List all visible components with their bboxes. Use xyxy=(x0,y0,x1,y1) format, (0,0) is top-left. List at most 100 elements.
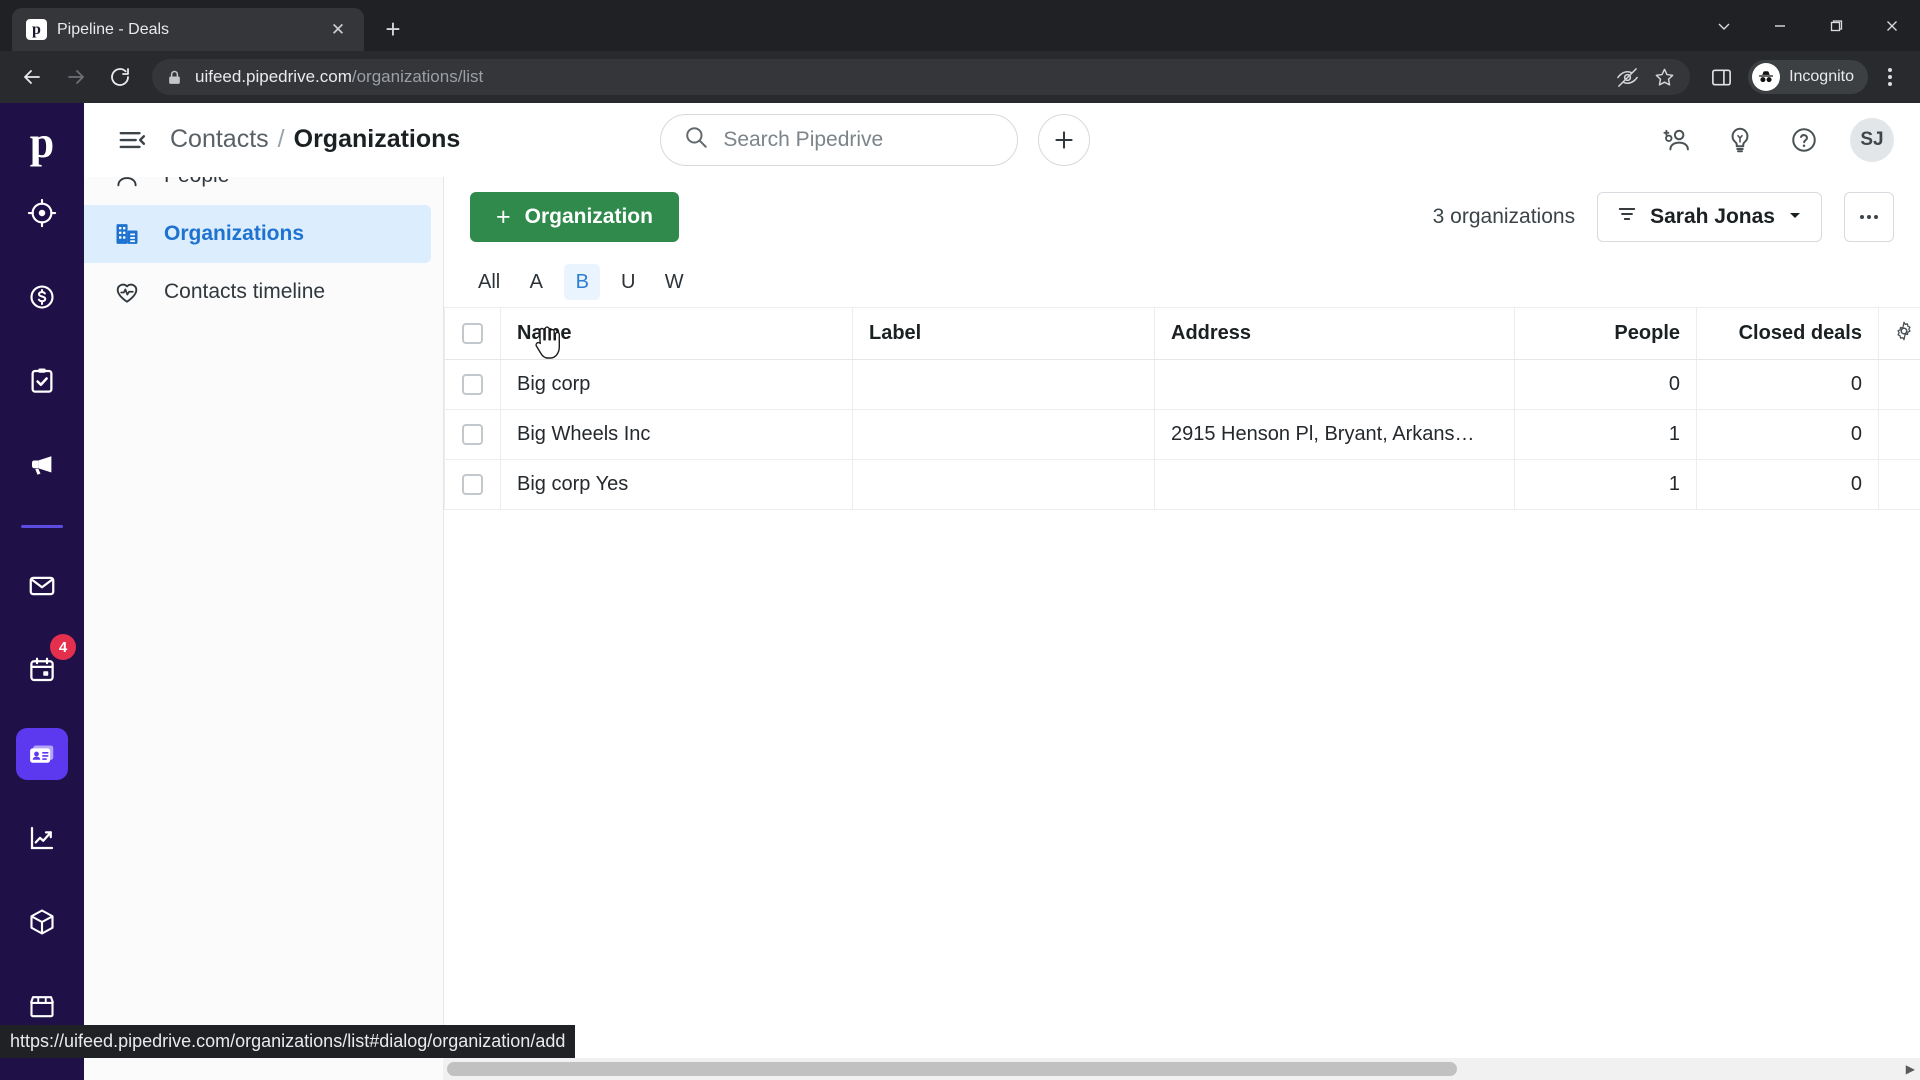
back-icon[interactable] xyxy=(12,57,52,97)
sidebar-item-organizations[interactable]: Organizations xyxy=(84,205,431,263)
breadcrumb-parent[interactable]: Contacts xyxy=(170,125,269,154)
cell-people[interactable]: 1 xyxy=(1514,459,1697,510)
organizations-table-wrapper: Name Label Address People Closed deals B… xyxy=(444,307,1920,1080)
help-icon[interactable] xyxy=(1786,122,1822,158)
cell-closed-deals[interactable]: 0 xyxy=(1696,409,1879,460)
alpha-filter-b[interactable]: B xyxy=(564,264,601,300)
table-body: Big corp 0 0 Big Wheels Inc 2915 Henson … xyxy=(444,359,1920,510)
filter-label: Sarah Jonas xyxy=(1650,205,1775,228)
collapse-sidebar-icon[interactable] xyxy=(112,120,152,160)
rail-item-activities[interactable] xyxy=(16,355,68,407)
horizontal-scrollbar[interactable]: ▶ xyxy=(443,1058,1920,1080)
rail-item-insights[interactable] xyxy=(16,812,68,864)
table-row[interactable]: Big corp 0 0 xyxy=(444,359,1920,410)
reload-icon[interactable] xyxy=(100,57,140,97)
rail-item-calendar[interactable]: 4 xyxy=(16,634,76,696)
row-checkbox[interactable] xyxy=(462,424,483,446)
rail-item-mail[interactable] xyxy=(16,560,68,612)
row-checkbox[interactable] xyxy=(462,374,483,396)
plus-icon: + xyxy=(496,202,511,231)
row-checkbox-cell[interactable] xyxy=(444,409,501,460)
scroll-right-arrow[interactable]: ▶ xyxy=(1906,1062,1915,1076)
cell-people[interactable]: 0 xyxy=(1514,359,1697,410)
minimize-icon[interactable] xyxy=(1752,5,1808,47)
alpha-filter-u[interactable]: U xyxy=(610,264,646,300)
sidebar-item-contacts-timeline[interactable]: Contacts timeline xyxy=(84,263,431,321)
close-icon[interactable]: ✕ xyxy=(326,18,350,42)
chevron-down-icon[interactable] xyxy=(1696,5,1752,47)
search-icon xyxy=(683,124,709,155)
star-icon[interactable] xyxy=(1653,66,1676,89)
eye-off-icon[interactable] xyxy=(1616,66,1639,89)
row-checkbox-cell[interactable] xyxy=(444,359,501,410)
cell-closed-deals[interactable]: 0 xyxy=(1696,459,1879,510)
organizations-table: Name Label Address People Closed deals B… xyxy=(444,307,1920,510)
add-user-icon[interactable] xyxy=(1658,122,1694,158)
cell-address[interactable] xyxy=(1154,459,1515,510)
column-header-name[interactable]: Name xyxy=(500,307,853,360)
pipedrive-logo[interactable]: p xyxy=(16,117,68,169)
url-path: /organizations/list xyxy=(351,67,484,86)
cell-label[interactable] xyxy=(852,359,1155,410)
lightbulb-icon[interactable] xyxy=(1722,122,1758,158)
add-organization-button[interactable]: + Organization xyxy=(470,192,679,242)
browser-menu-icon[interactable] xyxy=(1872,58,1908,96)
row-checkbox-cell[interactable] xyxy=(444,459,501,510)
alphabet-filter: All A B U W xyxy=(444,257,1920,307)
cell-closed-deals[interactable]: 0 xyxy=(1696,359,1879,410)
quick-add-button[interactable] xyxy=(1038,113,1091,166)
browser-tab[interactable]: p Pipeline - Deals ✕ xyxy=(12,8,364,51)
column-header-label[interactable]: Label xyxy=(852,307,1155,360)
search-input[interactable]: Search Pipedrive xyxy=(660,113,1019,166)
new-tab-icon[interactable]: + xyxy=(376,12,410,46)
tab-favicon: p xyxy=(26,19,47,40)
column-header-closed-deals[interactable]: Closed deals xyxy=(1696,307,1879,360)
rail-item-leads[interactable] xyxy=(16,187,68,239)
avatar[interactable]: SJ xyxy=(1850,117,1894,162)
gear-icon[interactable] xyxy=(1878,307,1920,360)
alpha-filter-w[interactable]: W xyxy=(656,264,692,300)
select-all-header[interactable] xyxy=(444,307,501,360)
row-checkbox[interactable] xyxy=(462,474,483,496)
cell-name[interactable]: Big corp Yes xyxy=(500,459,853,510)
status-bar-url: https://uifeed.pipedrive.com/organizatio… xyxy=(0,1025,576,1058)
profile-button[interactable]: Incognito xyxy=(1748,60,1868,94)
alpha-filter-a[interactable]: A xyxy=(518,264,554,300)
cell-address[interactable]: 2915 Henson Pl, Bryant, Arkans… xyxy=(1154,409,1515,460)
address-bar[interactable]: uifeed.pipedrive.com/organizations/list xyxy=(152,59,1691,95)
table-row[interactable]: Big corp Yes 1 0 xyxy=(444,459,1920,510)
list-toolbar: + Organization 3 organizations Sarah Jon… xyxy=(444,177,1920,257)
filter-icon xyxy=(1616,203,1638,231)
table-row[interactable]: Big Wheels Inc 2915 Henson Pl, Bryant, A… xyxy=(444,409,1920,460)
scrollbar-thumb[interactable] xyxy=(447,1062,1457,1076)
alpha-filter-all[interactable]: All xyxy=(470,264,508,300)
more-options-button[interactable] xyxy=(1844,192,1894,242)
cell-name[interactable]: Big Wheels Inc xyxy=(500,409,853,460)
side-panel-icon[interactable] xyxy=(1702,58,1740,96)
window-close-icon[interactable] xyxy=(1864,5,1920,47)
cell-name[interactable]: Big corp xyxy=(500,359,853,410)
url-host: uifeed.pipedrive.com xyxy=(195,67,352,86)
column-header-people[interactable]: People xyxy=(1514,307,1697,360)
tab-title: Pipeline - Deals xyxy=(57,20,170,38)
cell-people[interactable]: 1 xyxy=(1514,409,1697,460)
maximize-icon[interactable] xyxy=(1808,5,1864,47)
page-viewport: p 4 Organizations Contacts timeline + Or… xyxy=(0,103,1920,1080)
browser-toolbar: uifeed.pipedrive.com/organizations/list … xyxy=(0,51,1920,103)
rail-item-products[interactable] xyxy=(16,896,68,948)
filter-dropdown[interactable]: Sarah Jonas xyxy=(1597,192,1822,242)
rail-item-campaigns[interactable] xyxy=(16,439,68,491)
search-placeholder: Search Pipedrive xyxy=(723,127,884,151)
global-nav-rail: p 4 xyxy=(0,103,84,1080)
cell-spacer xyxy=(1878,459,1920,510)
select-all-checkbox[interactable] xyxy=(462,323,483,345)
cell-label[interactable] xyxy=(852,409,1155,460)
cell-label[interactable] xyxy=(852,459,1155,510)
incognito-icon xyxy=(1752,63,1781,91)
app-header: Contacts / Organizations Search Pipedriv… xyxy=(84,103,1920,177)
rail-item-contacts[interactable] xyxy=(16,728,68,780)
cell-address[interactable] xyxy=(1154,359,1515,410)
main-area: + Organization 3 organizations Sarah Jon… xyxy=(444,103,1920,1080)
rail-item-deals[interactable] xyxy=(16,271,68,323)
column-header-address[interactable]: Address xyxy=(1154,307,1515,360)
